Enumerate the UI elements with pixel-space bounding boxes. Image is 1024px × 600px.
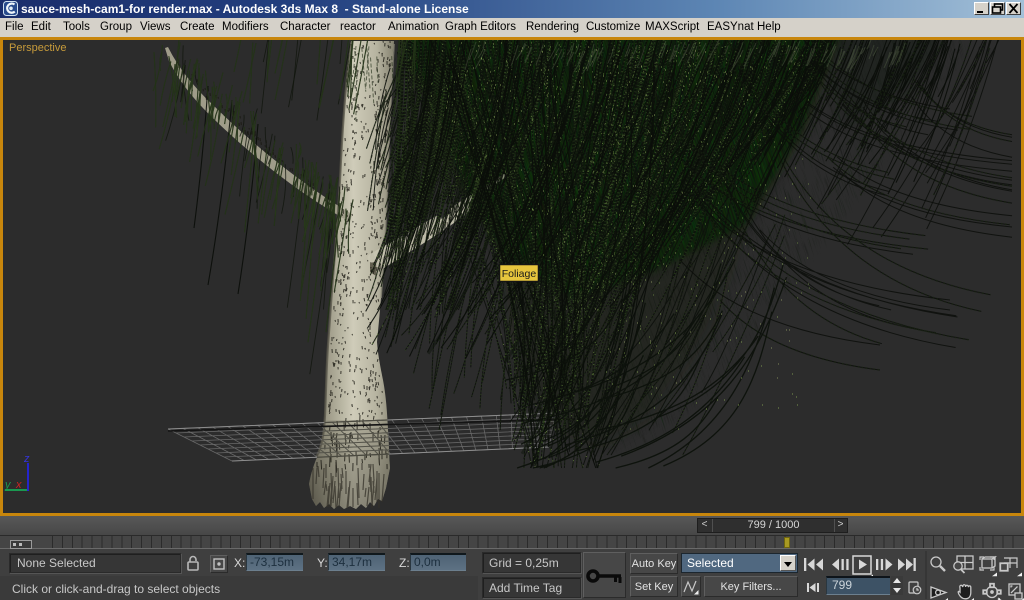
svg-text:z: z	[23, 453, 30, 465]
svg-text:Foliage: Foliage	[502, 268, 537, 280]
svg-text:x: x	[15, 479, 22, 491]
